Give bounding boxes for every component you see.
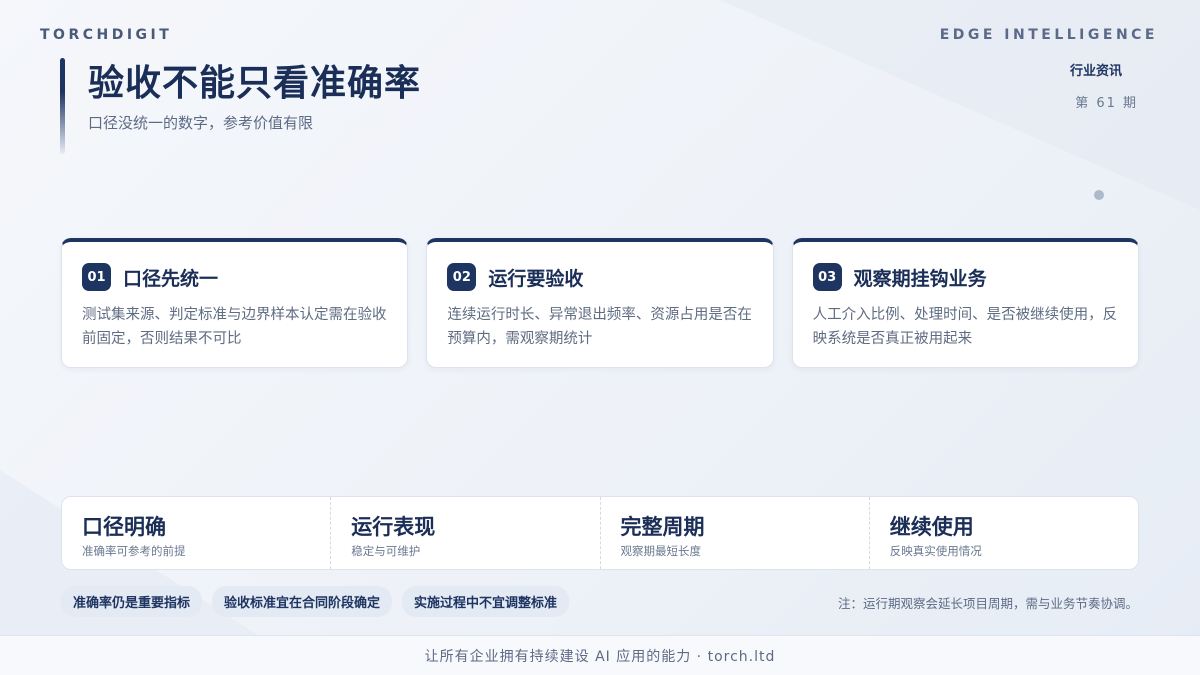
metric-title: 继续使用 (889, 515, 974, 539)
card-number-badge: 02 (447, 263, 477, 291)
card-description: 连续运行时长、异常退出频率、资源占用是否在预算内，需观察期统计 (447, 307, 752, 347)
card-title: 观察期挂钩业务 (853, 267, 987, 290)
card-number-badge: 01 (82, 263, 111, 291)
decorative-dot (1094, 190, 1104, 200)
metric-item: 口径明确 准确率可参考的前提 (62, 497, 332, 569)
metric-item: 完整周期 观察期最短长度 (601, 497, 870, 569)
issue-number: 第 61 期 (1075, 96, 1138, 111)
page-footer: 让所有企业拥有持续建设 AI 应用的能力 · torch.ltd (0, 635, 1200, 675)
card-description: 人工介入比例、处理时间、是否被继续使用，反映系统是否真正被用起来 (812, 307, 1118, 347)
brand-tagline: EDGE INTELLIGENCE (939, 27, 1158, 43)
page-title: 验收不能只看准确率 (88, 63, 422, 104)
point-card: 01 口径先统一 测试集来源、判定标准与边界样本认定需在验收前固定，否则结果不可… (61, 238, 409, 368)
metric-subtitle: 反映真实使用情况 (889, 544, 982, 558)
card-header: 01 口径先统一 (82, 263, 387, 291)
card-description: 测试集来源、判定标准与边界样本认定需在验收前固定，否则结果不可比 (82, 307, 387, 347)
pill-tag: 验收标准宜在合同阶段确定 (212, 586, 393, 617)
card-title: 口径先统一 (123, 267, 219, 290)
key-point-pills: 准确率仍是重要指标 验收标准宜在合同阶段确定 实施过程中不宜调整标准 (61, 586, 570, 617)
pill-tag: 准确率仍是重要指标 (61, 586, 203, 617)
point-card: 02 运行要验收 连续运行时长、异常退出频率、资源占用是否在预算内，需观察期统计 (426, 238, 774, 368)
metrics-strip: 口径明确 准确率可参考的前提 运行表现 稳定与可维护 完整周期 观察期最短长度 … (61, 496, 1139, 570)
metric-title: 完整周期 (620, 515, 705, 539)
pill-tag: 实施过程中不宜调整标准 (402, 586, 570, 617)
point-card: 03 观察期挂钩业务 人工介入比例、处理时间、是否被继续使用，反映系统是否真正被… (791, 238, 1139, 368)
metric-item: 继续使用 反映真实使用情况 (870, 497, 1138, 569)
metric-title: 运行表现 (351, 515, 436, 539)
metric-title: 口径明确 (82, 515, 166, 539)
metric-item: 运行表现 稳定与可维护 (331, 497, 601, 569)
card-title: 运行要验收 (488, 267, 584, 290)
card-header: 03 观察期挂钩业务 (812, 263, 1118, 291)
title-accent-bar (60, 58, 65, 154)
brand-name: TORCHDIGIT (40, 27, 173, 43)
metric-subtitle: 准确率可参考的前提 (82, 544, 186, 558)
page-subtitle: 口径没统一的数字，参考价值有限 (88, 114, 314, 132)
category-tag: 行业资讯 (1069, 64, 1122, 79)
metric-subtitle: 观察期最短长度 (620, 544, 702, 558)
footnote: 注：运行期观察会延长项目周期，需与业务节奏协调。 (837, 596, 1138, 611)
card-header: 02 运行要验收 (447, 263, 752, 291)
point-cards: 01 口径先统一 测试集来源、判定标准与边界样本认定需在验收前固定，否则结果不可… (61, 238, 1139, 368)
card-number-badge: 03 (812, 263, 842, 291)
metric-subtitle: 稳定与可维护 (351, 544, 421, 558)
